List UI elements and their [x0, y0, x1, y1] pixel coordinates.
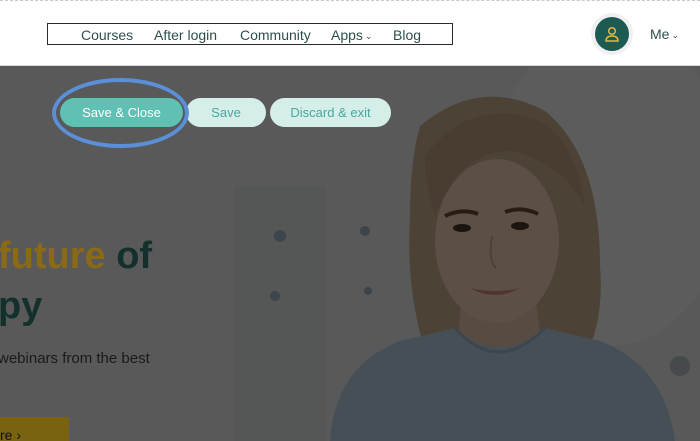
- hero-subtext: webinars from the best: [0, 350, 150, 367]
- chevron-right-icon: ›: [16, 427, 22, 441]
- me-label: Me: [650, 26, 670, 42]
- nav-blog[interactable]: Blog: [393, 26, 421, 44]
- headline-rest: of: [105, 235, 153, 277]
- avatar[interactable]: [595, 17, 629, 51]
- discard-and-exit-button[interactable]: Discard & exit: [270, 98, 391, 127]
- cta-label: re: [0, 427, 13, 441]
- chevron-down-icon: ⌄: [671, 30, 679, 40]
- nav-community[interactable]: Community: [240, 26, 311, 44]
- chevron-down-icon: ⌄: [364, 31, 373, 41]
- nav-apps-label: Apps: [331, 27, 363, 43]
- nav-after-login[interactable]: After login: [154, 26, 217, 44]
- user-icon: [605, 26, 619, 42]
- headline-accent: future: [0, 235, 106, 277]
- site-header: Courses After login Community Apps ⌄ Blog…: [0, 0, 700, 66]
- main-nav: Courses After login Community Apps ⌄ Blog: [47, 23, 453, 45]
- annotation-highlight-circle: [52, 78, 189, 148]
- me-menu[interactable]: Me ⌄: [650, 26, 679, 42]
- hero-cta-button[interactable]: re ›: [0, 417, 69, 441]
- save-button[interactable]: Save: [186, 98, 266, 127]
- headline-line2: py: [0, 285, 43, 327]
- nav-apps[interactable]: Apps ⌄: [331, 26, 372, 45]
- hero-headline: future of py: [0, 231, 152, 331]
- nav-courses[interactable]: Courses: [81, 26, 133, 44]
